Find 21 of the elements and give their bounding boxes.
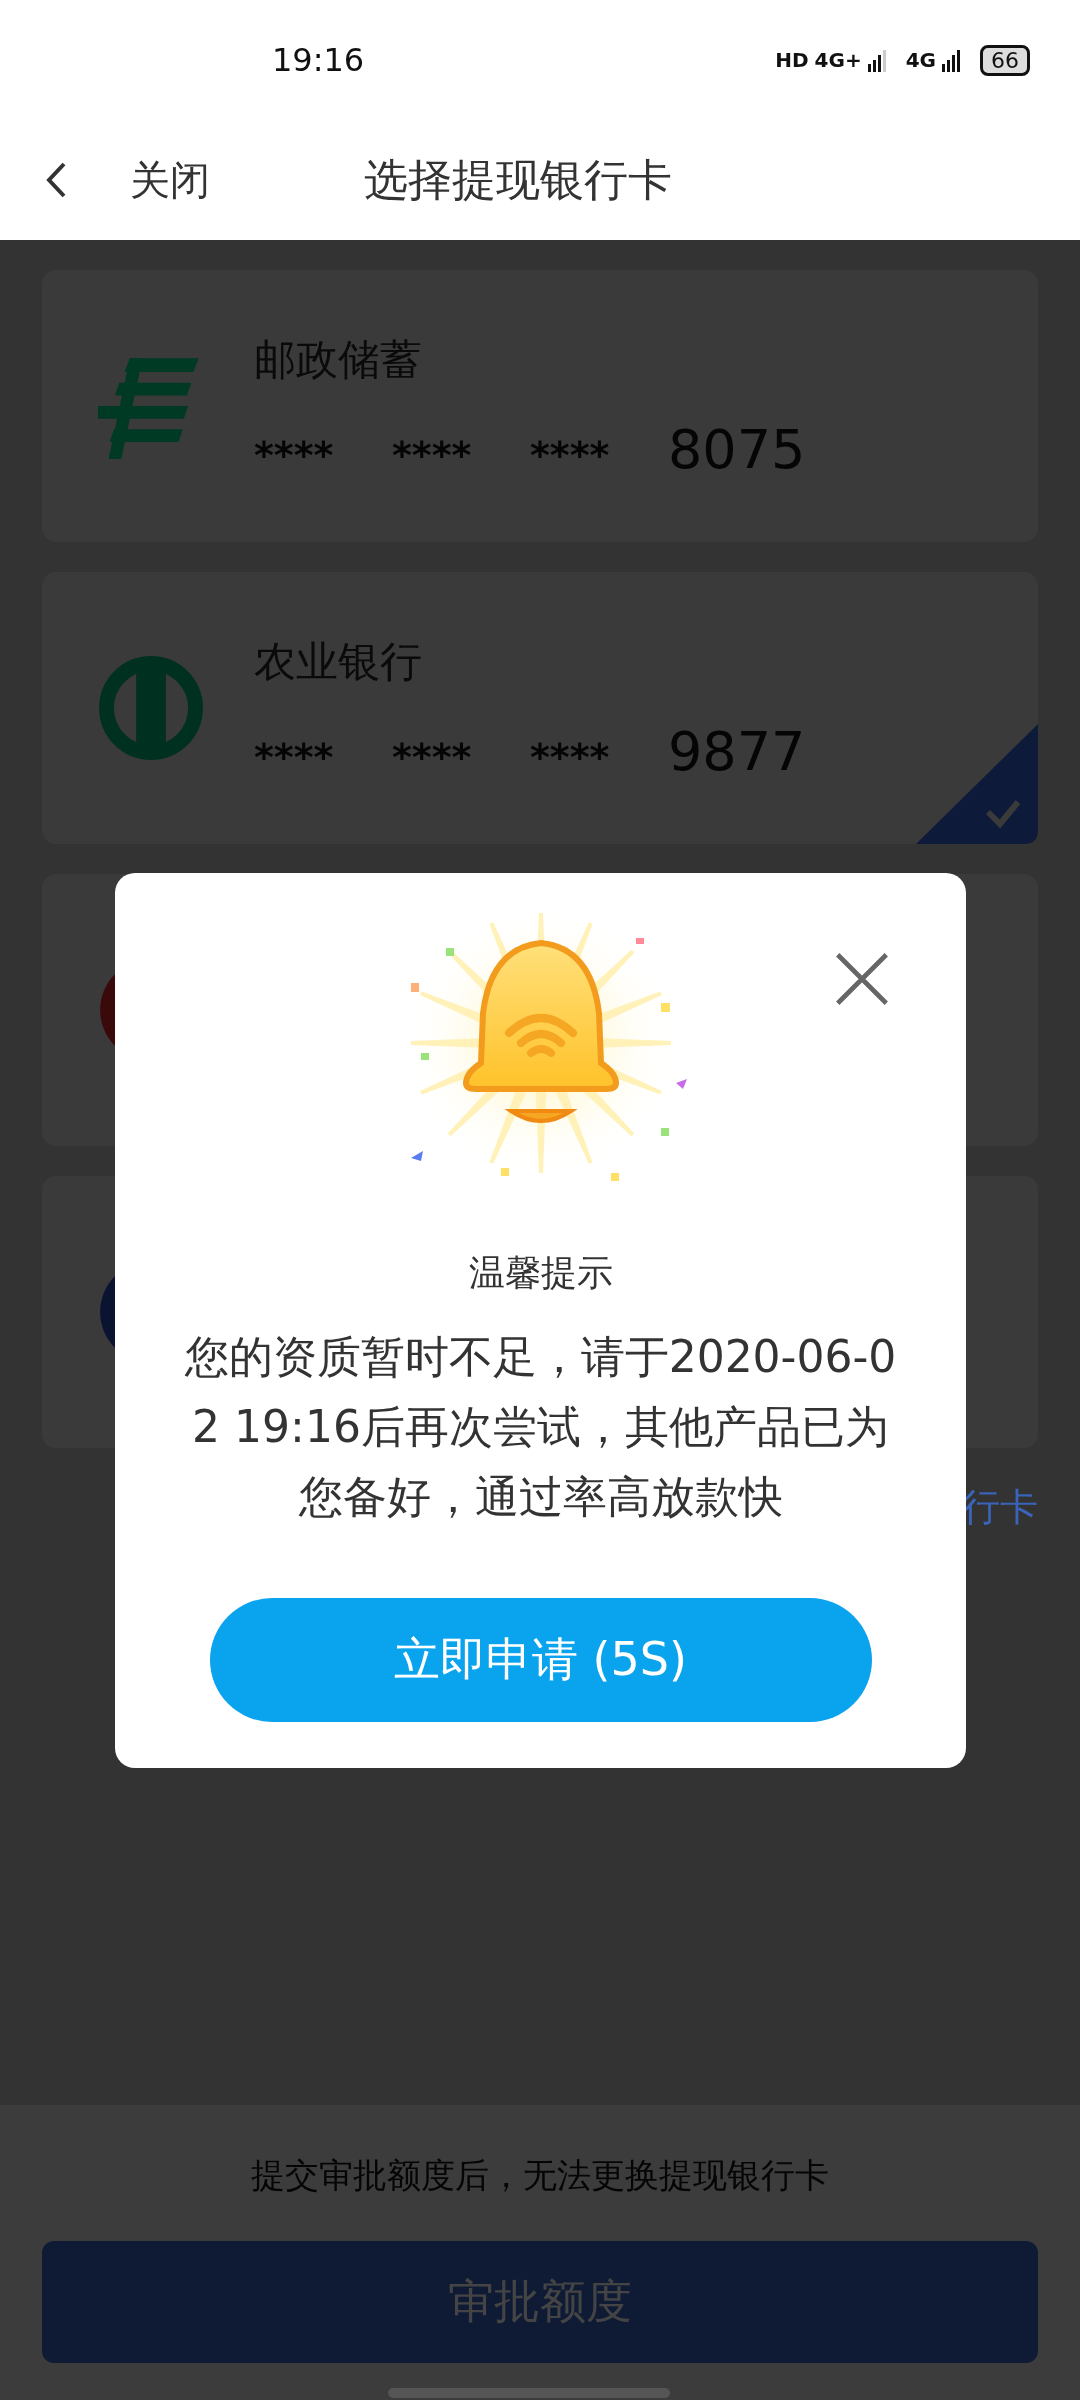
- network-label: 4G: [905, 48, 936, 72]
- battery-level: 66: [980, 44, 1030, 76]
- signal-icon: [867, 48, 888, 72]
- close-link[interactable]: 关闭: [130, 152, 210, 208]
- masked-digits: ****: [530, 432, 611, 477]
- masked-digits: ****: [530, 734, 611, 779]
- masked-digits: ****: [392, 734, 473, 779]
- masked-digits: ****: [392, 432, 473, 477]
- signal-icon: [942, 48, 962, 72]
- network-label: HD: [775, 48, 809, 72]
- status-time: 19:16: [272, 41, 365, 79]
- dialog-message: 您的资质暂时不足，请于2020-06-02 19:16后再次尝试，其他产品已为您备好，通过率高放款快: [183, 1330, 898, 1524]
- dialog-title: 温馨提示: [468, 1251, 613, 1295]
- masked-digits: ****: [254, 432, 335, 477]
- apply-button[interactable]: 立即申请 (5S): [209, 1598, 872, 1722]
- page-title: 选择提现银行卡: [364, 152, 672, 207]
- back-icon[interactable]: [44, 160, 68, 200]
- network-label: 4G+: [814, 48, 862, 72]
- bank-logo-icon: [98, 655, 204, 761]
- close-icon[interactable]: [834, 951, 890, 1007]
- masked-digits: ****: [254, 734, 335, 779]
